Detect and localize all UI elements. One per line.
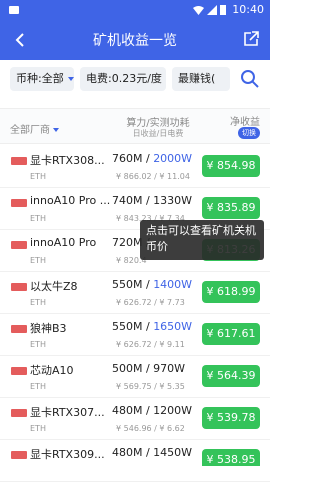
daily-income-cost: ¥ 546.96 / ¥ 6.62 (116, 424, 185, 433)
status-bar: 10:40 (0, 0, 270, 20)
hashrate-text: 500M / 970W (112, 362, 185, 375)
signal-icon (207, 5, 217, 15)
chip-logo (10, 364, 28, 378)
electricity-filter[interactable]: 电费:0.23元/度 (80, 67, 166, 91)
gpu-logo (10, 154, 28, 168)
gpu-logo (10, 448, 28, 462)
notification-icon (8, 4, 20, 16)
miner-name: 显卡RTX307... (30, 404, 114, 420)
daily-income-cost: ¥ 626.72 / ¥ 7.73 (116, 298, 185, 307)
hashrate-text: 740M / 1330W (112, 194, 192, 207)
miner-name: 显卡RTX309... (30, 446, 114, 462)
coin-label: ETH (30, 256, 46, 265)
manufacturer-filter-label: 全部厂商 (10, 125, 50, 136)
hashrate-value: 480M / 1450W (112, 446, 192, 459)
share-icon[interactable] (242, 30, 260, 48)
table-row[interactable]: 显卡RTX308... ETH 760M / 2000W ¥ 866.02 / ¥ 1… (0, 146, 270, 188)
daily-income-cost: ¥ 866.02 / ¥ 11.04 (116, 172, 190, 181)
sort-filter-label: 最赚钱( (178, 72, 215, 85)
page-title: 矿机收益一览 (0, 30, 270, 50)
inno-logo (10, 238, 28, 252)
manufacturer-filter[interactable]: 全部厂商 (10, 121, 59, 136)
power-value: 1400W (153, 278, 192, 291)
miner-name: 以太牛Z8 (30, 278, 114, 294)
coin-label: ETH (30, 172, 46, 181)
hashrate-value: 480M / 1200W (112, 404, 192, 417)
coin-label: ETH (30, 382, 46, 391)
net-profit-button[interactable]: ¥ 854.98 (202, 155, 260, 177)
hashrate-text: 550M / (112, 278, 153, 291)
coin-label: ETH (30, 340, 46, 349)
currency-filter[interactable]: 币种:全部 (10, 67, 74, 91)
sort-filter[interactable]: 最赚钱( (172, 67, 230, 91)
power-value: 1650W (153, 320, 192, 333)
hashrate-value: 550M / 1650W (112, 320, 192, 333)
battery-icon (220, 4, 226, 15)
miner-name: 芯动A10 (30, 362, 114, 378)
net-profit-button[interactable]: ¥ 835.89 (202, 197, 260, 219)
miner-name: innoA10 Pro ... (30, 194, 114, 207)
daily-income-cost: ¥ 626.72 / ¥ 9.11 (116, 340, 185, 349)
daily-income-cost: ¥ 569.75 / ¥ 5.35 (116, 382, 185, 391)
hashrate-text: 480M / 1450W (112, 446, 192, 459)
inno-logo (10, 196, 28, 210)
search-icon[interactable] (240, 69, 260, 89)
filter-bar: 币种:全部 电费:0.23元/度 最赚钱( (0, 60, 270, 98)
hashrate-text: 550M / (112, 320, 153, 333)
net-profit-header: 净收益 (230, 113, 260, 128)
net-profit-button[interactable]: ¥ 539.78 (202, 407, 260, 429)
wifi-icon (193, 5, 204, 15)
switch-button[interactable]: 切换 (238, 127, 260, 139)
chevron-down-icon (53, 128, 59, 132)
hashrate-text: 760M / (112, 152, 153, 165)
table-row[interactable]: 显卡RTX307... ETH 480M / 1200W ¥ 546.96 / ¥ 6… (0, 398, 270, 440)
table-row[interactable]: 狼神B3 ETH 550M / 1650W ¥ 626.72 / ¥ 9.11 ¥ 61… (0, 314, 270, 356)
hashrate-value: 550M / 1400W (112, 278, 192, 291)
table-row[interactable]: 芯动A10 ETH 500M / 970W ¥ 569.75 / ¥ 5.35 ¥ 56… (0, 356, 270, 398)
power-value: 2000W (153, 152, 192, 165)
net-profit-button[interactable]: ¥ 564.39 (202, 365, 260, 387)
electricity-filter-label: 电费:0.23元/度 (86, 72, 162, 85)
gpu-logo (10, 406, 28, 420)
chevron-down-icon (68, 77, 74, 81)
hashrate-value: 760M / 2000W (112, 152, 192, 165)
net-profit-button[interactable]: ¥ 618.99 (202, 281, 260, 303)
coin-label: ETH (30, 298, 46, 307)
hashrate-text: 480M / 1200W (112, 404, 192, 417)
hashrate-header[interactable]: 算力/实测功耗 (118, 114, 198, 129)
miner-name: innoA10 Pro (30, 236, 114, 249)
coin-label: ETH (30, 424, 46, 433)
table-header: 全部厂商 算力/实测功耗 日收益/日电费 净收益 切换 (0, 108, 270, 144)
clock: 10:40 (232, 3, 264, 16)
hashrate-value: 500M / 970W (112, 362, 185, 375)
tooltip: 点击可以查看矿机关机币价 (140, 220, 264, 260)
net-profit-button[interactable]: ¥ 617.61 (202, 323, 260, 345)
app-bar: 矿机收益一览 (0, 20, 270, 60)
wolf-logo (10, 322, 28, 336)
table-row[interactable]: 以太牛Z8 ETH 550M / 1400W ¥ 626.72 / ¥ 7.73 ¥ 6… (0, 272, 270, 314)
bull-logo (10, 280, 28, 294)
hashrate-value: 740M / 1330W (112, 194, 192, 207)
miner-name: 显卡RTX308... (30, 152, 114, 168)
coin-label: ETH (30, 214, 46, 223)
nav-bar (0, 466, 270, 480)
miner-name: 狼神B3 (30, 320, 114, 336)
hashrate-subheader: 日收益/日电费 (118, 128, 198, 139)
currency-filter-label: 币种:全部 (16, 72, 64, 85)
